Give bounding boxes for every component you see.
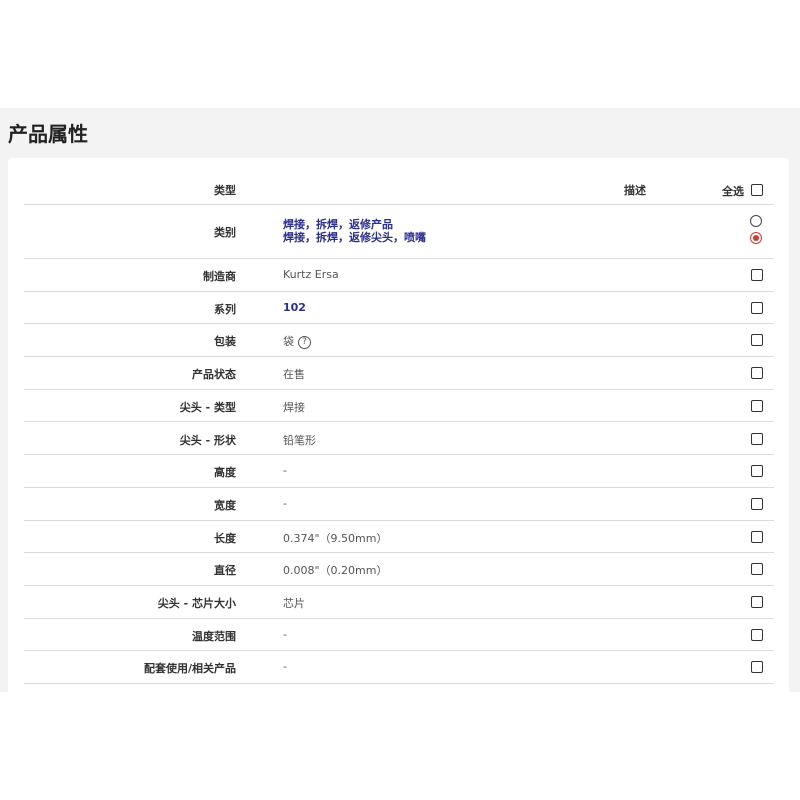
attribute-label: 长度 (214, 531, 236, 545)
attribute-label: 系列 (214, 302, 236, 316)
category-values: 焊接，拆焊，返修产品 焊接，拆焊，返修尖头，喷嘴 (283, 218, 426, 244)
attribute-value: 袋? (283, 333, 311, 349)
category-option-radio[interactable] (750, 215, 762, 227)
attribute-value: 焊接 (283, 399, 305, 415)
attribute-label: 制造商 (203, 270, 236, 283)
attribute-checkbox[interactable] (751, 367, 763, 380)
category-option-radio-selected[interactable] (750, 232, 762, 244)
select-all-label: 全选 (722, 185, 744, 198)
attribute-value: - (283, 628, 287, 641)
attribute-value-text: 铅笔形 (283, 433, 316, 447)
attribute-checkbox[interactable] (751, 596, 763, 608)
attribute-value-text: - (283, 660, 287, 674)
attribute-value: 0.008"（0.20mm） (283, 562, 387, 578)
table-row: 长度 0.374"（9.50mm） (24, 521, 774, 554)
attribute-label: 宽度 (214, 498, 236, 512)
attribute-value: 芯片 (283, 595, 305, 611)
attribute-value[interactable]: 102 (283, 301, 306, 314)
attribute-value-text: - (283, 496, 287, 510)
attribute-value-text: - (283, 627, 287, 641)
attribute-checkbox[interactable] (751, 301, 763, 314)
table-row: 制造商 Kurtz Ersa (24, 259, 774, 292)
category-label: 类别 (214, 226, 236, 239)
attribute-checkbox[interactable] (751, 432, 763, 445)
table-row: 温度范围 - (24, 619, 774, 652)
attribute-label: 高度 (214, 466, 236, 480)
attribute-label: 产品状态 (192, 368, 236, 382)
table-row: 包装 袋? (24, 324, 774, 358)
attribute-value-text: 袋 (283, 335, 294, 349)
attribute-value-text: 焊接 (283, 400, 305, 414)
attribute-value: 铅笔形 (283, 432, 316, 448)
table-row-category: 类别 焊接，拆焊，返修产品 焊接，拆焊，返修尖头，喷嘴 (24, 205, 774, 259)
attribute-label: 尖头 - 类型 (179, 400, 236, 414)
attribute-value: - (283, 464, 287, 477)
attribute-value-text: Kurtz Ersa (283, 268, 339, 281)
select-all-checkbox[interactable] (751, 184, 763, 196)
attribute-value: 0.374"（9.50mm） (283, 530, 387, 546)
attribute-checkbox[interactable] (751, 269, 763, 281)
page-title: 产品属性 (8, 122, 88, 146)
attribute-value-text: 0.008"（0.20mm） (283, 564, 388, 578)
attribute-checkbox[interactable] (751, 530, 763, 543)
attribute-value-text[interactable]: 102 (283, 301, 306, 314)
attribute-checkbox[interactable] (751, 661, 763, 674)
description-column-header: 描述 (624, 184, 646, 197)
attribute-label: 包装 (214, 335, 236, 349)
attributes-table: 类型 描述 全选 类别 焊接，拆焊，返修产品 焊接，拆焊，返修尖头，喷嘴 制造商… (8, 158, 789, 698)
attribute-label: 配套使用/相关产品 (143, 662, 236, 676)
table-row: 宽度 - (24, 488, 774, 521)
help-icon[interactable]: ? (298, 335, 311, 349)
category-option-link[interactable]: 焊接，拆焊，返修尖头，喷嘴 (283, 231, 426, 244)
attribute-value: 在售 (283, 366, 305, 382)
attribute-label: 温度范围 (192, 629, 236, 643)
table-row: 配套使用/相关产品 - (24, 651, 774, 685)
table-row: 尖头 - 芯片大小 芯片 (24, 586, 774, 619)
attribute-value: - (283, 660, 287, 673)
attribute-checkbox[interactable] (751, 334, 763, 347)
attribute-value-text: 芯片 (283, 597, 305, 610)
attribute-value-text: - (283, 464, 287, 478)
table-row: 高度 - (24, 455, 774, 488)
attribute-checkbox[interactable] (751, 399, 763, 412)
attribute-checkbox[interactable] (751, 563, 763, 576)
table-row: 尖头 - 类型 焊接 (24, 390, 774, 423)
table-row: 尖头 - 形状 铅笔形 (24, 423, 774, 456)
table-row: 产品状态 在售 (24, 357, 774, 390)
attribute-value-text: 0.374"（9.50mm） (283, 531, 388, 545)
product-attributes-panel: 产品属性 类型 描述 全选 类别 焊接，拆焊，返修产品 焊接，拆焊，返修尖头，喷… (0, 108, 800, 698)
attribute-label: 尖头 - 形状 (179, 433, 236, 447)
attribute-value: Kurtz Ersa (283, 268, 339, 281)
attribute-label: 直径 (214, 564, 236, 578)
category-option-link[interactable]: 焊接，拆焊，返修产品 (283, 218, 426, 231)
attribute-checkbox[interactable] (751, 628, 763, 641)
attribute-value-text: 在售 (283, 368, 305, 382)
attribute-checkbox[interactable] (751, 497, 763, 510)
attribute-value: - (283, 497, 287, 510)
table-row: 直径 0.008"（0.20mm） (24, 553, 774, 586)
table-row: 系列 102 (24, 292, 774, 325)
attribute-checkbox[interactable] (751, 465, 763, 478)
attribute-label: 尖头 - 芯片大小 (157, 597, 236, 610)
table-header-row: 类型 描述 全选 (24, 158, 774, 205)
type-column-header: 类型 (214, 184, 236, 197)
